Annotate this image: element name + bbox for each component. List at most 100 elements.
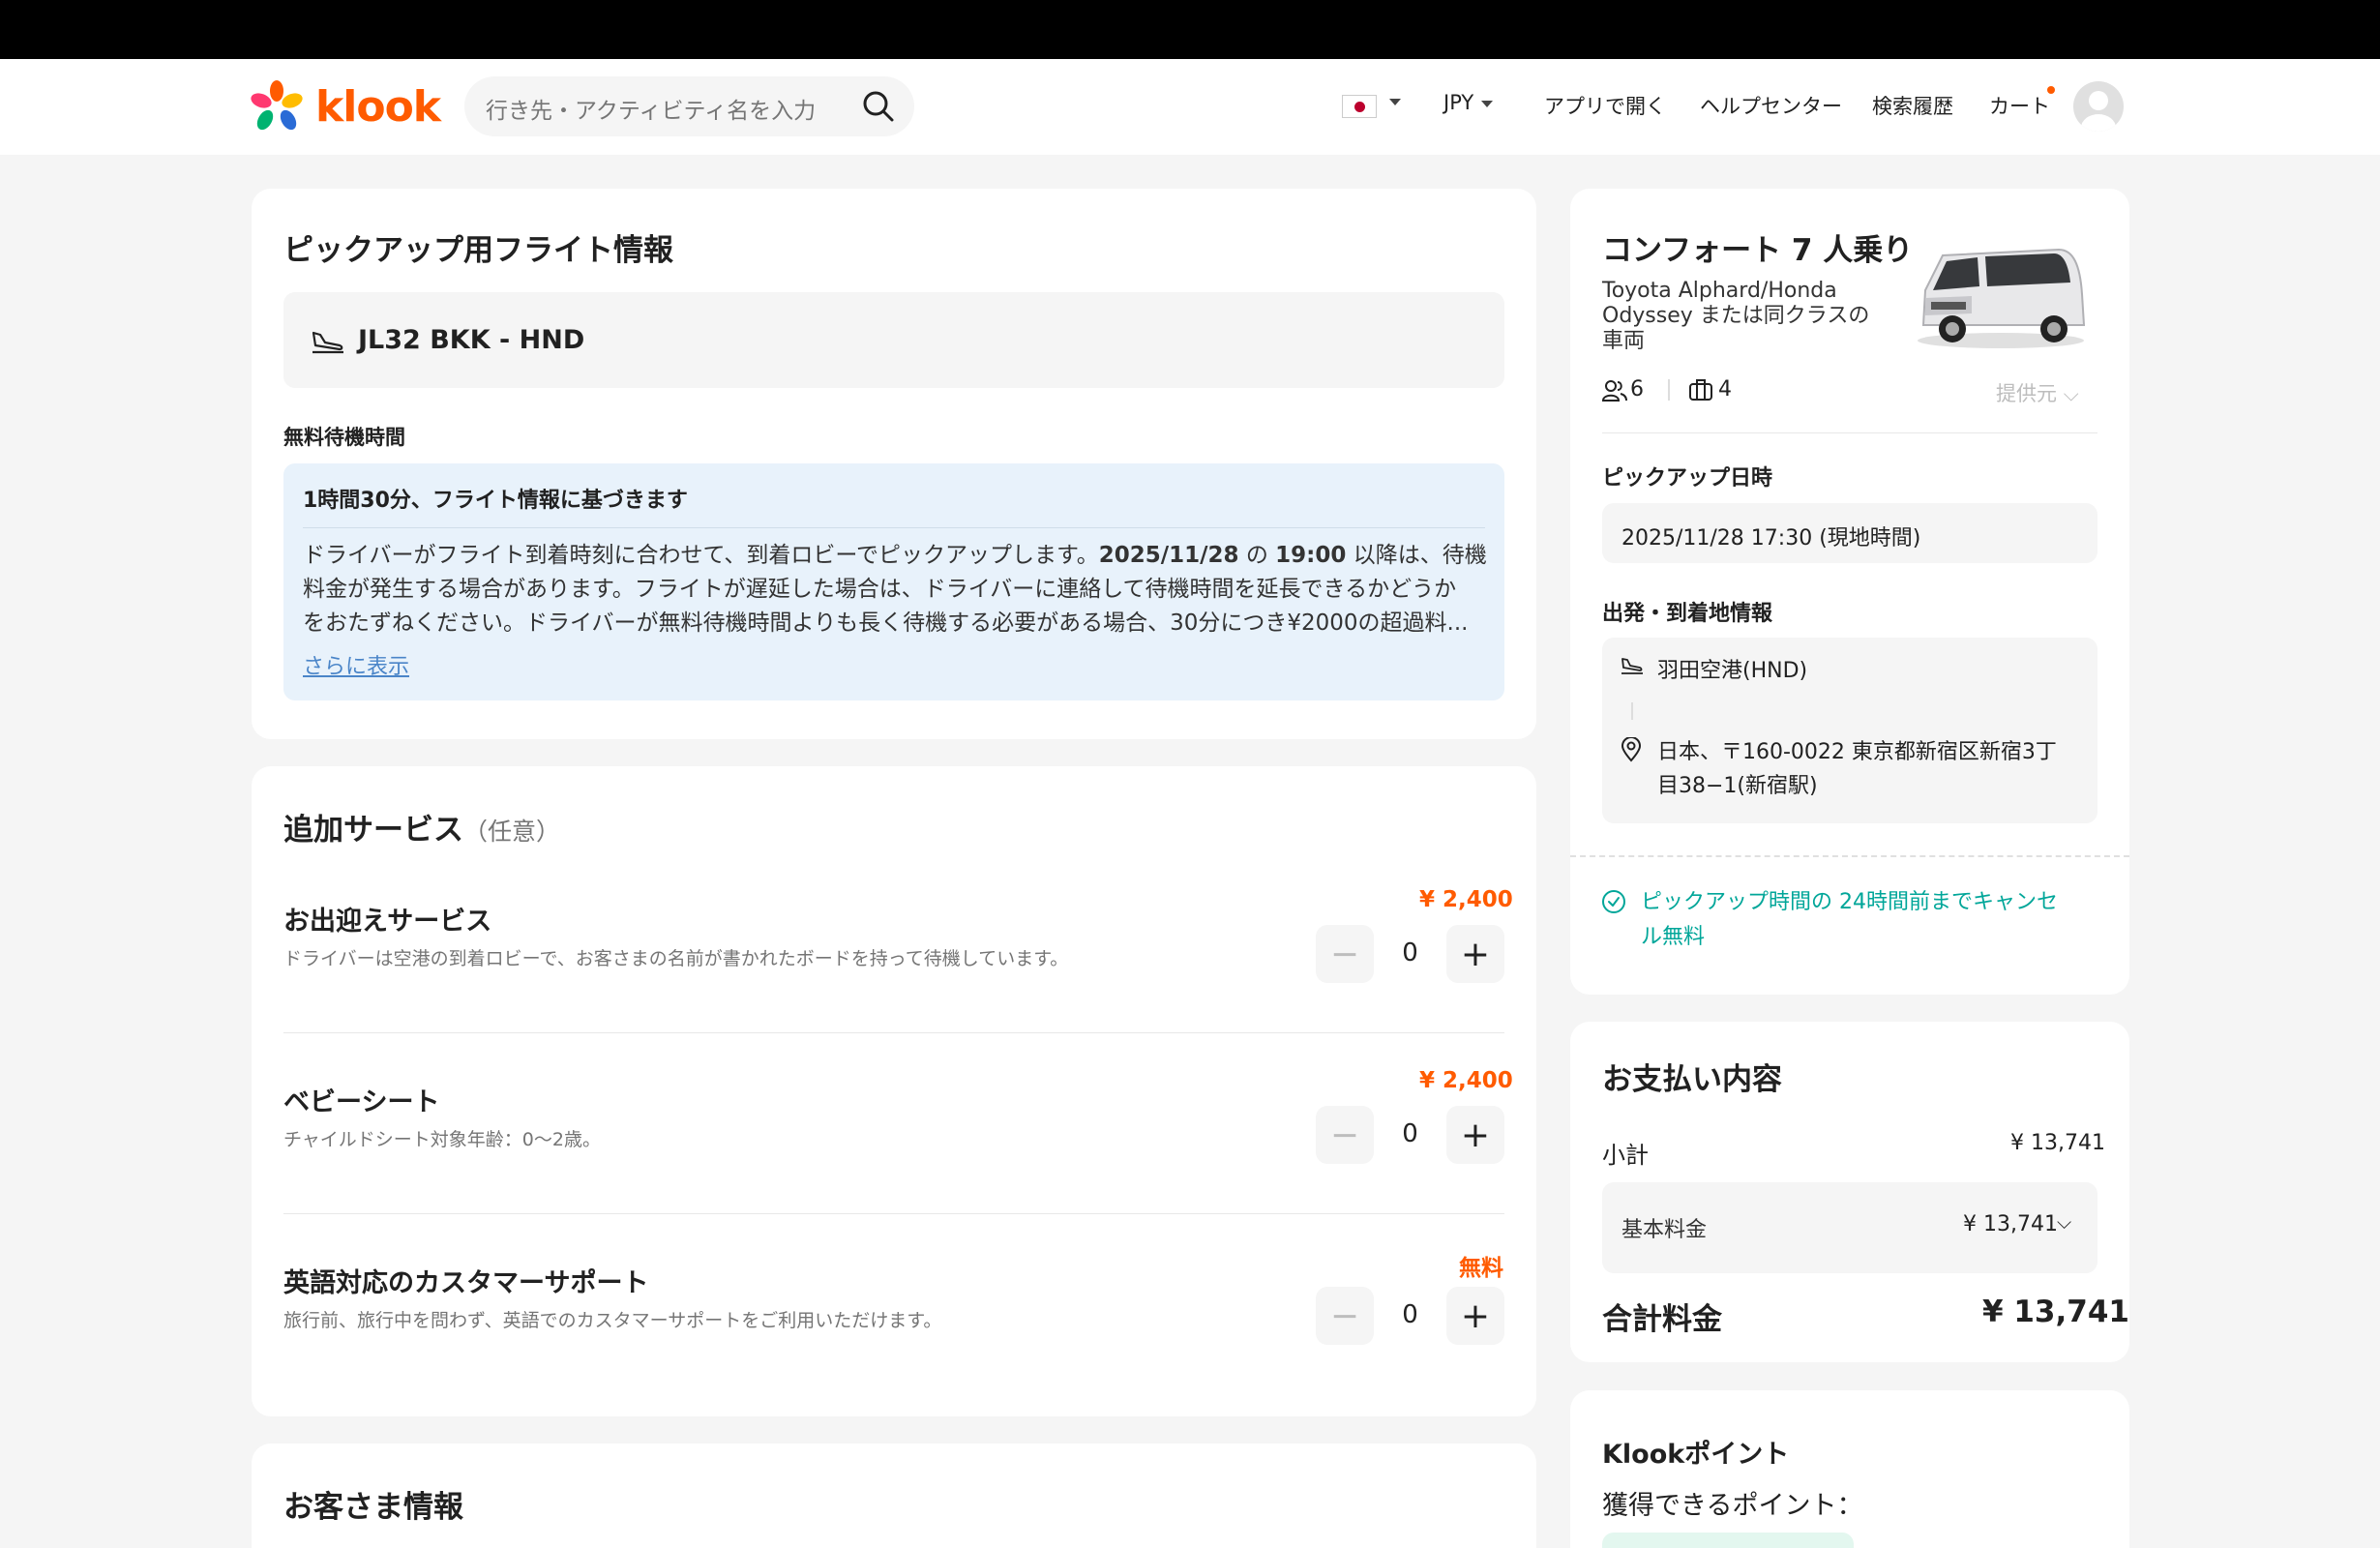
- quantity-value: 0: [1402, 1119, 1418, 1148]
- vehicle-desc-line: Odyssey または同クラスの: [1602, 304, 1870, 328]
- addon-name: ベビーシート: [283, 1087, 440, 1117]
- minus-icon: −: [1329, 934, 1360, 974]
- cart-notification-dot: [2047, 86, 2055, 94]
- total-label: 合計料金: [1602, 1302, 1722, 1337]
- plus-icon: +: [1460, 1295, 1491, 1336]
- nav-open-app[interactable]: アプリで開く: [1544, 91, 1666, 120]
- japan-flag-icon[interactable]: [1342, 95, 1377, 118]
- provider-dropdown[interactable]: 提供元 ⌵: [1996, 378, 2079, 407]
- subtotal-label: 小計: [1602, 1142, 1649, 1169]
- pickup-datetime-label: ピックアップ日時: [1602, 466, 1773, 491]
- chevron-down-icon: ⌵: [2057, 1210, 2072, 1234]
- nav-cart[interactable]: カート: [1989, 91, 2050, 120]
- nav-help-center[interactable]: ヘルプセンター: [1700, 91, 1842, 120]
- chevron-down-icon: [1481, 100, 1494, 107]
- cancellation-line: ピックアップ時間の 24時間前までキャンセ: [1641, 890, 2058, 914]
- wait-info-text: 料金が発生する場合があります。フライトが遅延した場合は、ドライバーに連絡して待機…: [303, 577, 1457, 602]
- plane-landing-icon: [311, 327, 345, 358]
- wait-info-text: 以降は、待機: [1346, 543, 1487, 568]
- avatar[interactable]: [2073, 81, 2124, 132]
- item-divider: [283, 1213, 1504, 1214]
- quantity-value: 0: [1402, 1300, 1418, 1329]
- price-breakdown[interactable]: 基本料金 ¥ 13,741 ⌵: [1602, 1182, 2097, 1273]
- destination-line: 日本、〒160-0022 東京都新宿区新宿3丁: [1657, 740, 2057, 764]
- addon-name: お出迎えサービス: [283, 907, 492, 937]
- search-bar[interactable]: 行き先・アクティビティ名を入力: [464, 76, 914, 136]
- addon-title-text: 追加サービス: [283, 813, 463, 848]
- points-badge: [1602, 1533, 1854, 1548]
- os-top-bar: [0, 0, 2380, 59]
- location-pin-icon: [1621, 736, 1642, 766]
- luggage-icon: [1688, 378, 1713, 405]
- addon-name: 英語対応のカスタマーサポート: [283, 1268, 649, 1298]
- destination-line: 目38−1(新宿駅): [1657, 774, 1818, 798]
- stat-divider: [1668, 379, 1670, 401]
- guest-info-title: お客さま情報: [283, 1490, 463, 1525]
- decrement-button[interactable]: −: [1316, 925, 1374, 983]
- nav-search-history[interactable]: 検索履歴: [1872, 91, 1953, 120]
- chevron-down-icon: [1389, 98, 1401, 105]
- vehicle-title: コンフォート 7 人乗り: [1602, 233, 1914, 268]
- klook-logo-icon: [251, 80, 303, 131]
- logo-wordmark: klook: [315, 81, 441, 132]
- subtotal-value: ¥ 13,741: [2010, 1131, 2105, 1155]
- route-box: 羽田空港(HND) 日本、〒160-0022 東京都新宿区新宿3丁 目38−1(新…: [1602, 638, 2097, 823]
- quantity-value: 0: [1402, 938, 1418, 968]
- addon-price: ¥ 2,400: [1419, 1068, 1513, 1093]
- flight-route: JL32 BKK - HND: [358, 325, 585, 355]
- pickup-datetime-value: 2025/11/28 17:30 (現地時間): [1621, 526, 1921, 551]
- user-icon: [2081, 91, 2116, 132]
- free-cancellation-note: ピックアップ時間の 24時間前までキャンセ ル無料: [1641, 885, 2058, 955]
- search-input[interactable]: 行き先・アクティビティ名を入力: [486, 92, 816, 125]
- wait-info-text: ドライバーがフライト到着時刻に合わせて、到着ロビーでピックアップします。: [303, 543, 1099, 568]
- minus-icon: −: [1329, 1115, 1360, 1155]
- points-earn-label: 獲得できるポイント：: [1602, 1491, 1863, 1521]
- total-value: ¥ 13,741: [1982, 1295, 2129, 1329]
- check-circle-icon: [1601, 889, 1626, 918]
- addon-desc: ドライバーは空港の到着ロビーで、お客さまの名前が書かれたボードを持って待機してい…: [283, 948, 1069, 969]
- currency-label: JPY: [1443, 91, 1474, 114]
- route-label: 出発・到着地情報: [1602, 602, 1773, 626]
- increment-button[interactable]: +: [1446, 1106, 1504, 1164]
- show-more-link[interactable]: さらに表示: [303, 649, 409, 680]
- pickup-datetime-box: 2025/11/28 17:30 (現地時間): [1602, 503, 2097, 563]
- quantity-stepper: − 0 +: [1316, 1287, 1504, 1345]
- addon-desc: チャイルドシート対象年齢：0〜2歳。: [283, 1129, 601, 1150]
- addon-price: 無料: [1459, 1256, 1503, 1281]
- addon-desc: 旅行前、旅行中を問わず、英語でのカスタマーサポートをご利用いただけます。: [283, 1310, 942, 1331]
- vehicle-desc-line: 車両: [1602, 329, 1646, 353]
- language-dropdown-icon[interactable]: [1382, 89, 1401, 112]
- wait-date: 2025/11/28: [1098, 543, 1239, 568]
- passenger-count: 6: [1630, 377, 1644, 402]
- klook-logo[interactable]: klook: [250, 80, 441, 132]
- addon-title: 追加サービス（任意）: [283, 805, 560, 848]
- vehicle-image: [1914, 236, 2088, 354]
- decrement-button[interactable]: −: [1316, 1287, 1374, 1345]
- decrement-button[interactable]: −: [1316, 1106, 1374, 1164]
- search-icon[interactable]: [862, 90, 895, 127]
- route-connector: [1631, 702, 1633, 720]
- passenger-icon: [1601, 379, 1627, 406]
- quantity-stepper: − 0 +: [1316, 925, 1504, 983]
- addon-optional-label: （任意）: [463, 818, 561, 846]
- provider-label: 提供元: [1996, 382, 2057, 405]
- flight-card-title: ピックアップ用フライト情報: [283, 233, 673, 268]
- free-wait-label: 無料待機時間: [283, 426, 405, 449]
- minus-icon: −: [1329, 1295, 1360, 1336]
- item-divider: [283, 1032, 1504, 1033]
- increment-button[interactable]: +: [1446, 925, 1504, 983]
- wait-info-title: 1時間30分、フライト情報に基づきます: [303, 489, 688, 513]
- flight-summary: JL32 BKK - HND: [283, 292, 1504, 388]
- currency-selector[interactable]: JPY: [1443, 91, 1494, 114]
- guest-info-card: お客さま情報: [252, 1444, 1536, 1548]
- wait-info-box: 1時間30分、フライト情報に基づきます ドライバーがフライト到着時刻に合わせて、…: [283, 463, 1504, 700]
- plus-icon: +: [1460, 934, 1491, 974]
- increment-button[interactable]: +: [1446, 1287, 1504, 1345]
- wait-info-body: ドライバーがフライト到着時刻に合わせて、到着ロビーでピックアップします。2025…: [303, 539, 1488, 640]
- dashed-divider: [1570, 855, 2129, 857]
- wait-info-text: をおたずねください。ドライバーが無料待機時間よりも長く待機する必要がある場合、3…: [303, 610, 1469, 636]
- destination-location: 日本、〒160-0022 東京都新宿区新宿3丁 目38−1(新宿駅): [1657, 735, 2057, 803]
- base-fee-label: 基本料金: [1621, 1218, 1708, 1242]
- origin-location: 羽田空港(HND): [1657, 659, 1808, 683]
- section-divider: [1602, 432, 2097, 433]
